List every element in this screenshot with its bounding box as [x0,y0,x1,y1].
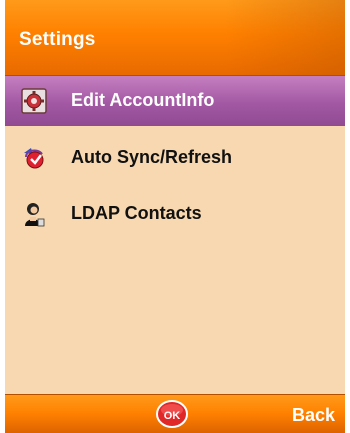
menu-item-edit-accountinfo[interactable]: Edit AccountInfo [5,76,345,126]
contact-person-icon [25,203,45,227]
menu-item-label: Auto Sync/Refresh [71,147,233,167]
sync-icon [24,148,44,169]
softkey-bar: OK Back [5,394,345,433]
ok-label: OK [164,410,181,422]
title-bar: Settings [5,0,345,76]
back-softkey[interactable]: Back [292,405,335,426]
menu-item-auto-sync-refresh[interactable]: Auto Sync/Refresh [5,133,345,183]
menu-list: Edit AccountInfo Auto Sync/Refresh LDAP … [5,76,345,394]
menu-item-label: LDAP Contacts [71,203,202,223]
menu-item-label: Edit AccountInfo [71,90,215,110]
account-settings-icon [21,88,47,114]
phone-screen: Settings Edit AccountInfo Auto Sync/Refr… [5,0,345,433]
title-bar-shade [225,0,345,76]
ok-softkey[interactable]: OK [155,399,189,429]
page-title: Settings [19,29,96,50]
menu-item-ldap-contacts[interactable]: LDAP Contacts [5,189,345,239]
